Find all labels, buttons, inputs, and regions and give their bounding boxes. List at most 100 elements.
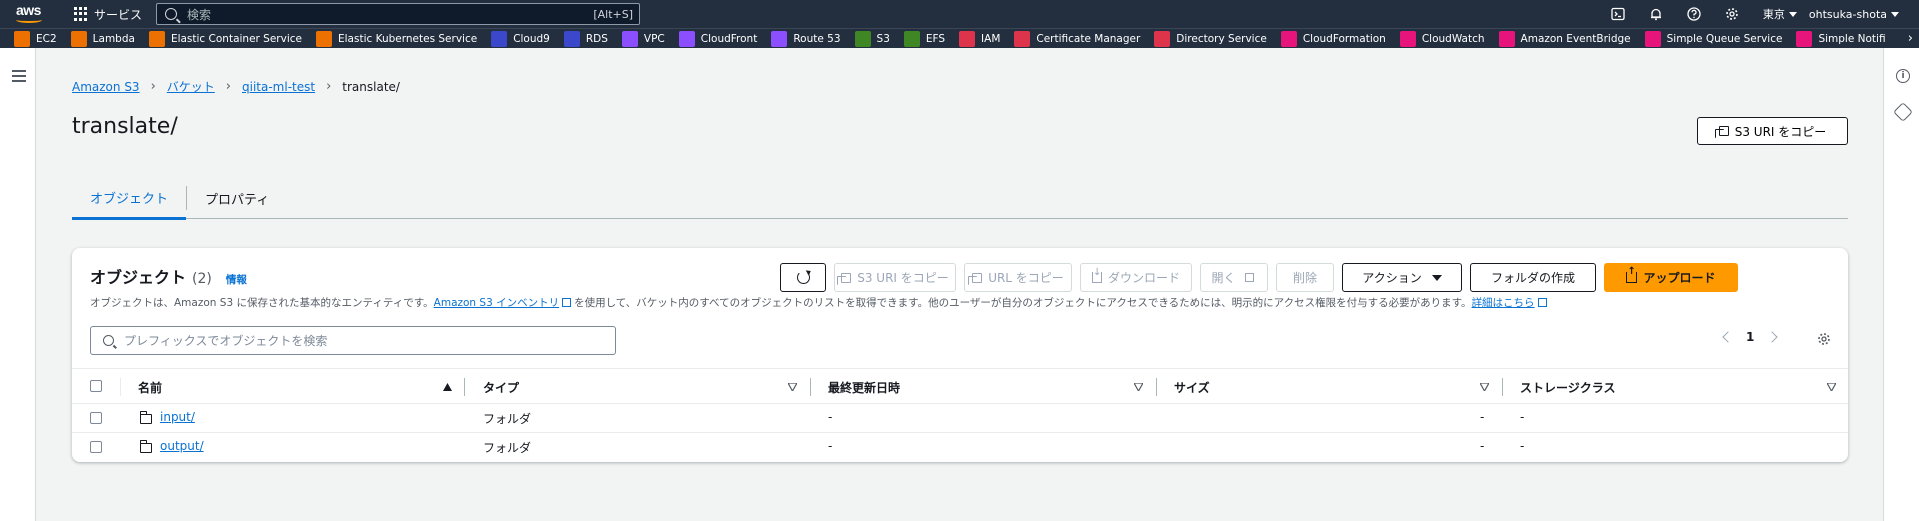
service-icon xyxy=(563,30,580,47)
sort-icon[interactable] xyxy=(1480,383,1489,391)
favorite-elastic-kubernetes-service[interactable]: Elastic Kubernetes Service xyxy=(316,30,477,47)
account-menu[interactable]: ohtsuka-shota xyxy=(1809,8,1899,21)
region-selector[interactable]: 東京 xyxy=(1763,6,1797,22)
table-row: input/ フォルダ - - - xyxy=(72,404,1848,433)
global-search-input[interactable]: 検索 [Alt+S] xyxy=(156,3,641,25)
favorite-vpc[interactable]: VPC xyxy=(621,30,665,47)
favorite-label: Route 53 xyxy=(793,32,841,45)
favorite-label: CloudFront xyxy=(700,32,758,45)
breadcrumb-buckets[interactable]: バケット xyxy=(167,78,215,95)
column-divider[interactable] xyxy=(1502,378,1503,396)
breadcrumb-amazon-s3[interactable]: Amazon S3 xyxy=(72,80,140,94)
column-divider xyxy=(120,378,121,396)
create-folder-button[interactable]: フォルダの作成 xyxy=(1470,263,1596,292)
bell-icon[interactable] xyxy=(1648,6,1664,22)
table-settings-gear-icon[interactable] xyxy=(1817,332,1831,346)
favorite-elastic-container-service[interactable]: Elastic Container Service xyxy=(148,30,302,47)
service-icon xyxy=(1644,30,1661,47)
delete-button[interactable]: 削除 xyxy=(1276,263,1334,292)
chevron-down-icon xyxy=(1891,11,1899,17)
favorite-directory-service[interactable]: Directory Service xyxy=(1154,30,1267,47)
breadcrumb-separator-icon: › xyxy=(225,79,231,94)
caret-down-icon xyxy=(1431,274,1442,281)
services-menu-button[interactable]: サービス xyxy=(74,6,142,23)
chevron-right-icon[interactable] xyxy=(1766,331,1779,343)
favorite-certificate-manager[interactable]: Certificate Manager xyxy=(1014,30,1140,47)
sort-icon[interactable] xyxy=(1134,383,1143,391)
info-link[interactable]: 情報 xyxy=(226,272,247,287)
copy-url-button[interactable]: URL をコピー xyxy=(964,263,1072,292)
chevron-right-icon[interactable]: › xyxy=(1908,31,1913,46)
breadcrumb: Amazon S3 › バケット › qiita-ml-test › trans… xyxy=(72,78,400,95)
object-search-placeholder: プレフィックスでオブジェクトを検索 xyxy=(124,334,328,348)
favorite-lambda[interactable]: Lambda xyxy=(70,30,135,47)
aws-logo[interactable]: aws xyxy=(14,0,56,28)
chevron-left-icon[interactable] xyxy=(1722,331,1734,343)
row-checkbox[interactable] xyxy=(90,412,102,424)
sort-icon[interactable] xyxy=(1827,383,1836,391)
object-storage-class: - xyxy=(1520,410,1525,424)
learn-more-link[interactable]: 詳細はこちら xyxy=(1472,297,1535,309)
favorite-rds[interactable]: RDS xyxy=(563,30,608,47)
breadcrumb-bucket[interactable]: qiita-ml-test xyxy=(242,80,315,94)
external-link-icon xyxy=(562,298,572,307)
favorite-iam[interactable]: IAM xyxy=(959,30,1001,47)
favorite-route-53[interactable]: Route 53 xyxy=(771,30,841,47)
favorite-simple-notifi[interactable]: Simple Notifi xyxy=(1796,30,1886,47)
object-name-link[interactable]: input/ xyxy=(160,410,195,424)
favorite-cloudformation[interactable]: CloudFormation xyxy=(1280,30,1386,47)
upload-button[interactable]: アップロード xyxy=(1604,263,1738,292)
tab-properties[interactable]: プロパティ xyxy=(187,178,287,219)
objects-panel: オブジェクト (2) 情報 オブジェクトは、Amazon S3 に保存された基本… xyxy=(72,248,1848,462)
favorite-cloud9[interactable]: Cloud9 xyxy=(491,30,550,47)
row-checkbox[interactable] xyxy=(90,441,102,453)
refresh-button[interactable] xyxy=(780,263,826,292)
cloudshell-icon[interactable] xyxy=(1610,6,1626,22)
open-button[interactable]: 開く xyxy=(1200,263,1268,292)
info-icon[interactable]: i xyxy=(1896,69,1910,83)
column-type[interactable]: タイプ xyxy=(483,379,519,396)
actions-dropdown[interactable]: アクション xyxy=(1342,263,1462,292)
copy-icon xyxy=(968,272,983,285)
feedback-icon[interactable] xyxy=(1893,102,1913,122)
favorite-cloudwatch[interactable]: CloudWatch xyxy=(1399,30,1485,47)
column-last-modified[interactable]: 最終更新日時 xyxy=(828,379,900,396)
service-icon xyxy=(903,30,920,47)
favorite-label: IAM xyxy=(981,32,1001,45)
copy-s3-uri-button[interactable]: S3 URI をコピー xyxy=(1697,117,1848,145)
service-icon xyxy=(771,30,788,47)
gear-icon[interactable] xyxy=(1724,6,1740,22)
favorite-cloudfront[interactable]: CloudFront xyxy=(678,30,758,47)
copy-s3-uri-disabled-button[interactable]: S3 URI をコピー xyxy=(834,263,956,292)
favorite-efs[interactable]: EFS xyxy=(903,30,945,47)
copy-icon xyxy=(1714,126,1729,138)
favorite-ec2[interactable]: EC2 xyxy=(14,30,57,47)
column-storage-class[interactable]: ストレージクラス xyxy=(1520,379,1616,396)
favorite-s3[interactable]: S3 xyxy=(854,30,890,47)
breadcrumb-separator-icon: › xyxy=(150,79,156,94)
download-label: ダウンロード xyxy=(1107,271,1180,285)
column-divider[interactable] xyxy=(1156,378,1157,396)
object-name-link[interactable]: output/ xyxy=(160,439,204,453)
object-type: フォルダ xyxy=(483,412,532,426)
favorite-simple-queue-service[interactable]: Simple Queue Service xyxy=(1644,30,1782,47)
service-icon xyxy=(1280,30,1297,47)
column-name[interactable]: 名前 xyxy=(138,379,162,396)
column-divider[interactable] xyxy=(810,378,811,396)
download-button[interactable]: ダウンロード xyxy=(1080,263,1192,292)
select-all-checkbox[interactable] xyxy=(90,380,102,392)
sort-icon[interactable] xyxy=(788,383,797,391)
help-icon[interactable] xyxy=(1686,6,1702,22)
sort-ascending-icon[interactable] xyxy=(443,383,452,391)
tab-objects[interactable]: オブジェクト xyxy=(72,178,187,220)
object-search-input[interactable]: プレフィックスでオブジェクトを検索 xyxy=(90,326,616,355)
favorites-bar: EC2 Lambda Elastic Container Service Elasti… xyxy=(0,28,1919,48)
column-size[interactable]: サイズ xyxy=(1174,379,1210,396)
s3-inventory-link[interactable]: Amazon S3 インベントリ xyxy=(434,297,559,309)
column-divider[interactable] xyxy=(464,378,465,396)
region-label: 東京 xyxy=(1762,8,1785,21)
menu-icon[interactable] xyxy=(12,70,26,85)
page-number[interactable]: 1 xyxy=(1746,330,1754,344)
favorite-amazon-eventbridge[interactable]: Amazon EventBridge xyxy=(1498,30,1631,47)
object-storage-class: - xyxy=(1520,439,1525,453)
